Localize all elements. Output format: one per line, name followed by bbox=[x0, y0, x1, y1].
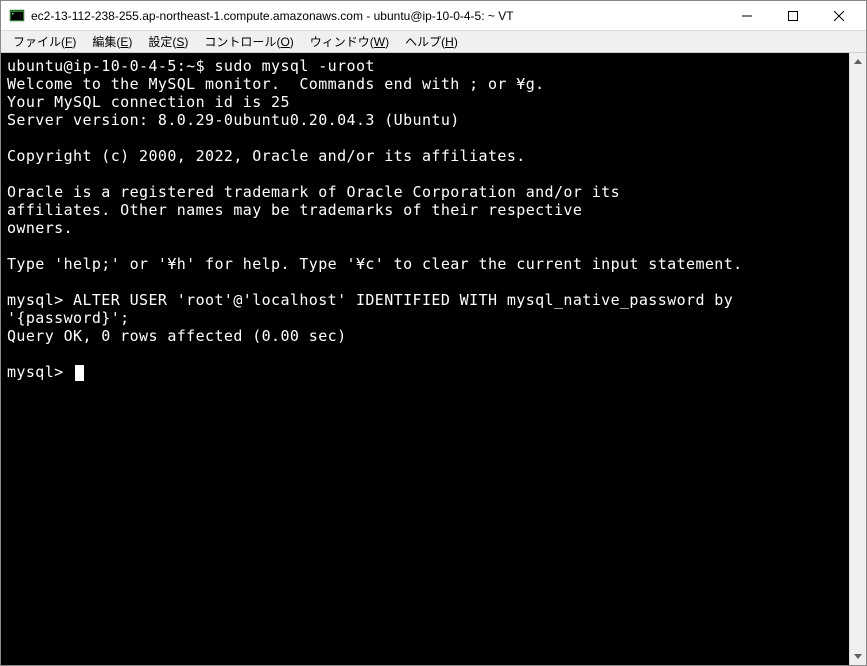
maximize-button[interactable] bbox=[770, 1, 816, 30]
window-controls bbox=[724, 1, 862, 30]
terminal[interactable]: ubuntu@ip-10-0-4-5:~$ sudo mysql -uroot … bbox=[1, 53, 849, 665]
menu-settings[interactable]: 設定(S) bbox=[140, 31, 196, 52]
scroll-down-button[interactable] bbox=[850, 648, 866, 665]
terminal-line: ubuntu@ip-10-0-4-5:~$ sudo mysql -uroot bbox=[7, 57, 375, 75]
scrollbar[interactable] bbox=[849, 53, 866, 665]
terminal-line: Welcome to the MySQL monitor. Commands e… bbox=[7, 75, 545, 93]
menubar: ファイル(F) 編集(E) 設定(S) コントロール(O) ウィンドウ(W) ヘ… bbox=[1, 31, 866, 53]
close-button[interactable] bbox=[816, 1, 862, 30]
terminal-line: Query OK, 0 rows affected (0.00 sec) bbox=[7, 327, 347, 345]
scroll-track[interactable] bbox=[850, 70, 866, 648]
menu-help[interactable]: ヘルプ(H) bbox=[397, 31, 466, 52]
scroll-up-button[interactable] bbox=[850, 53, 866, 70]
minimize-button[interactable] bbox=[724, 1, 770, 30]
cursor bbox=[75, 365, 84, 381]
terminal-line: Copyright (c) 2000, 2022, Oracle and/or … bbox=[7, 147, 526, 165]
terminal-line: mysql> bbox=[7, 363, 73, 381]
menu-control[interactable]: コントロール(O) bbox=[196, 31, 301, 52]
app-icon bbox=[9, 8, 25, 24]
terminal-line: mysql> ALTER USER 'root'@'localhost' IDE… bbox=[7, 291, 743, 327]
titlebar: ec2-13-112-238-255.ap-northeast-1.comput… bbox=[1, 1, 866, 31]
terminal-line: Server version: 8.0.29-0ubuntu0.20.04.3 … bbox=[7, 111, 460, 129]
terminal-line: Type 'help;' or '¥h' for help. Type '¥c'… bbox=[7, 255, 743, 273]
terminal-line: Oracle is a registered trademark of Orac… bbox=[7, 183, 620, 201]
window-title: ec2-13-112-238-255.ap-northeast-1.comput… bbox=[31, 9, 724, 23]
terminal-line: affiliates. Other names may be trademark… bbox=[7, 201, 582, 219]
menu-window[interactable]: ウィンドウ(W) bbox=[302, 31, 397, 52]
terminal-wrapper: ubuntu@ip-10-0-4-5:~$ sudo mysql -uroot … bbox=[1, 53, 866, 665]
menu-file[interactable]: ファイル(F) bbox=[5, 31, 84, 52]
terminal-line: owners. bbox=[7, 219, 73, 237]
menu-edit[interactable]: 編集(E) bbox=[84, 31, 140, 52]
terminal-line: Your MySQL connection id is 25 bbox=[7, 93, 290, 111]
